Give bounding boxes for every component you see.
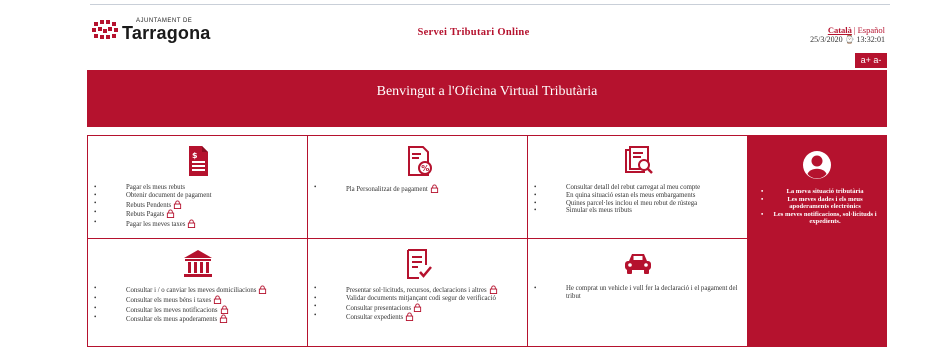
card-domiciliations-list: Consultar i / o canviar les meves domici… <box>88 285 267 324</box>
services-grid: $ Pagar els meus rebuts Obtenir document… <box>87 135 887 347</box>
user-circle-icon <box>803 151 831 179</box>
user-area-list: La meva situació tributària Les meves da… <box>747 188 887 226</box>
list-item[interactable]: Consultar els meus apoderaments <box>94 314 267 324</box>
list-item[interactable]: Consultar presentacions <box>314 303 498 313</box>
list-item[interactable]: Consultar i / o canviar les meves domici… <box>94 285 267 295</box>
service-title: Servei Tributari Online <box>417 27 530 38</box>
time-text: 13:32:01 <box>856 35 885 44</box>
list-item[interactable]: Rebuts Pendents <box>94 200 212 210</box>
list-item[interactable]: Pagar els meus rebuts <box>94 184 212 192</box>
card-submissions-list: Presentar sol·licituds, recursos, declar… <box>308 285 498 322</box>
list-item[interactable]: Obtenir document de pagament <box>94 192 211 200</box>
list-item[interactable]: He comprat un vehicle i vull fer la decl… <box>534 285 747 301</box>
lock-icon <box>489 285 497 294</box>
lock-icon <box>167 209 175 219</box>
lock-icon <box>174 200 182 209</box>
receipt-dollar-icon: $ <box>188 146 208 176</box>
checklist-document-icon <box>406 249 432 279</box>
lock-icon <box>188 219 196 229</box>
welcome-title: Benvingut a l'Oficina Virtual Tributària <box>376 84 598 99</box>
lang-catala-link[interactable]: Català <box>828 25 852 35</box>
clock-icon: ⌚ <box>844 35 855 44</box>
card-submissions: Presentar sol·licituds, recursos, declar… <box>307 238 528 347</box>
svg-text:$: $ <box>192 151 198 160</box>
percent-document-icon: % <box>407 146 432 176</box>
list-item[interactable]: Pagar les meves taxes <box>94 219 212 229</box>
list-item[interactable]: Simular els meus tributs <box>534 207 700 215</box>
lock-icon <box>220 314 228 324</box>
card-payments: $ Pagar els meus rebuts Obtenir document… <box>87 135 308 239</box>
card-consultations: Consultar detall del rebut carregat al m… <box>527 135 748 239</box>
search-document-icon <box>624 146 653 174</box>
list-item[interactable]: En quina situació estan els meus embarga… <box>534 192 700 200</box>
card-payments-list: Pagar els meus rebuts Obtenir document d… <box>88 184 212 229</box>
list-item[interactable]: La meva situació tributària <box>761 188 877 196</box>
list-item[interactable]: Consultar detall del rebut carregat al m… <box>534 184 700 192</box>
list-item[interactable]: Quines parcel·les inclou el meu rebut de… <box>534 200 700 208</box>
card-payment-plan-list: Pla Personalitzat de pagament <box>308 184 439 194</box>
top-divider <box>90 4 890 5</box>
card-payment-plan: % Pla Personalitzat de pagament <box>307 135 528 239</box>
lang-espanol-link[interactable]: Español <box>858 25 885 35</box>
card-consultations-list: Consultar detall del rebut carregat al m… <box>528 184 700 215</box>
card-domiciliations: Consultar i / o canviar les meves domici… <box>87 238 308 347</box>
bank-building-icon <box>183 250 212 277</box>
list-item[interactable]: Validar documents mitjançant codi segur … <box>314 295 498 303</box>
card-vehicle: He comprat un vehicle i vull fer la decl… <box>527 238 748 347</box>
lock-icon <box>406 312 414 322</box>
lock-icon <box>214 295 222 304</box>
list-item[interactable]: Consultar expedients <box>314 312 498 322</box>
date-text: 25/3/2020 <box>810 35 843 44</box>
list-item[interactable]: Les meves notificacions, sol·licituds i … <box>761 211 877 226</box>
card-vehicle-list: He comprat un vehicle i vull fer la decl… <box>528 285 747 301</box>
lock-icon <box>220 305 228 314</box>
svg-text:%: % <box>421 164 429 173</box>
list-item[interactable]: Presentar sol·licituds, recursos, declar… <box>314 285 498 295</box>
list-item[interactable]: Consultar les meves notificacions <box>94 305 267 315</box>
lock-icon <box>259 285 267 294</box>
date-time: 25/3/2020 ⌚ 13:32:01 <box>810 35 885 44</box>
car-icon <box>624 254 651 274</box>
list-item[interactable]: Rebuts Pagats <box>94 209 212 219</box>
list-item[interactable]: Consultar els meus béns i taxes <box>94 295 267 305</box>
lock-icon <box>430 184 438 193</box>
language-switcher: Català | Español <box>827 25 885 35</box>
font-size-button[interactable]: a+ a- <box>855 53 887 68</box>
lock-icon <box>414 303 422 312</box>
list-item[interactable]: Pla Personalitzat de pagament <box>314 184 439 194</box>
user-area-panel: La meva situació tributària Les meves da… <box>747 135 887 347</box>
list-item[interactable]: Les meves dades i els meus apoderaments … <box>761 196 877 211</box>
